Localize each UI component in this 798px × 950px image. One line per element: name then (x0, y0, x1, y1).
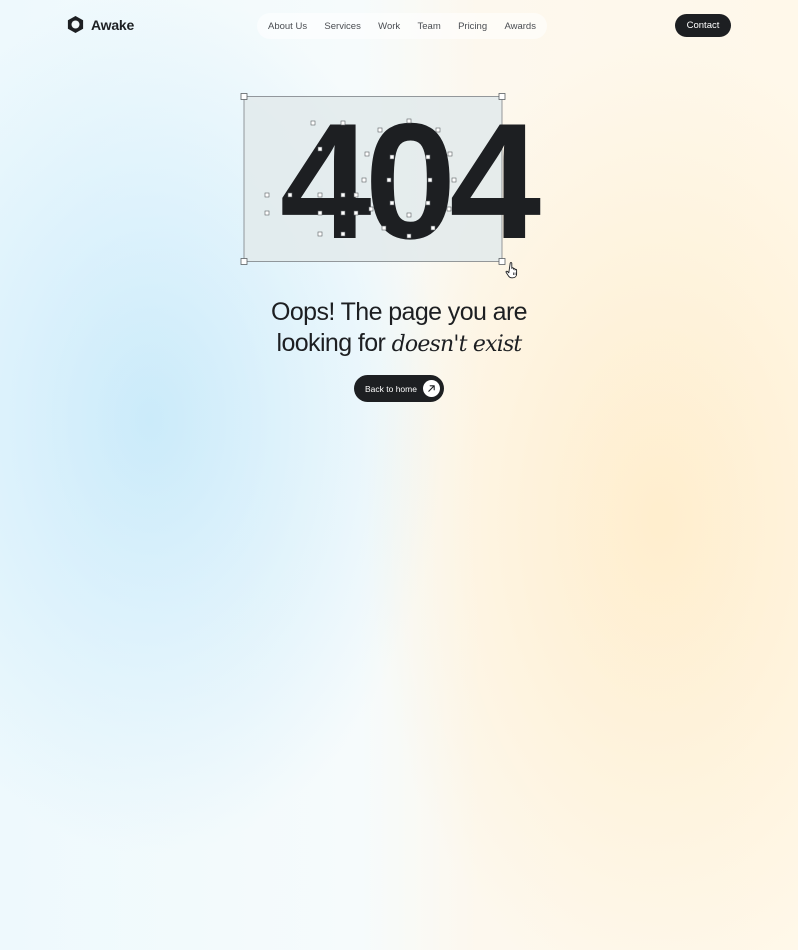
nav-item-about-us[interactable]: About Us (268, 21, 307, 32)
brand-name: Awake (91, 16, 135, 33)
nav-item-work[interactable]: Work (378, 21, 400, 32)
headline-italic-text: doesn't exist (391, 332, 523, 357)
vector-anchor-points (264, 118, 457, 239)
back-button-label: Back to home (365, 383, 417, 394)
error-headline: Oops! The page you are looking for doesn… (0, 297, 798, 360)
selection-box (243, 96, 503, 262)
selection-handles (240, 93, 506, 265)
contact-button[interactable]: Contact (675, 14, 731, 37)
main-nav: About Us Services Work Team Pricing Awar… (257, 13, 547, 39)
headline-line-2: looking for doesn't exist (0, 328, 798, 360)
hexagon-ring-icon (67, 15, 84, 34)
arrow-up-right-icon (423, 380, 440, 397)
error-code: 404 (280, 89, 541, 273)
site-header: Awake About Us Services Work Team Pricin… (0, 0, 798, 52)
headline-regular-text: looking for (276, 329, 392, 357)
nav-item-team[interactable]: Team (418, 21, 441, 32)
brand-logo[interactable]: Awake (66, 15, 134, 34)
nav-item-services[interactable]: Services (324, 21, 360, 32)
nav-item-pricing[interactable]: Pricing (458, 21, 487, 32)
hand-cursor-icon (505, 262, 518, 279)
headline-line-1: Oops! The page you are (271, 298, 528, 326)
nav-item-awards[interactable]: Awards (504, 21, 536, 32)
back-to-home-button[interactable]: Back to home (354, 375, 444, 402)
